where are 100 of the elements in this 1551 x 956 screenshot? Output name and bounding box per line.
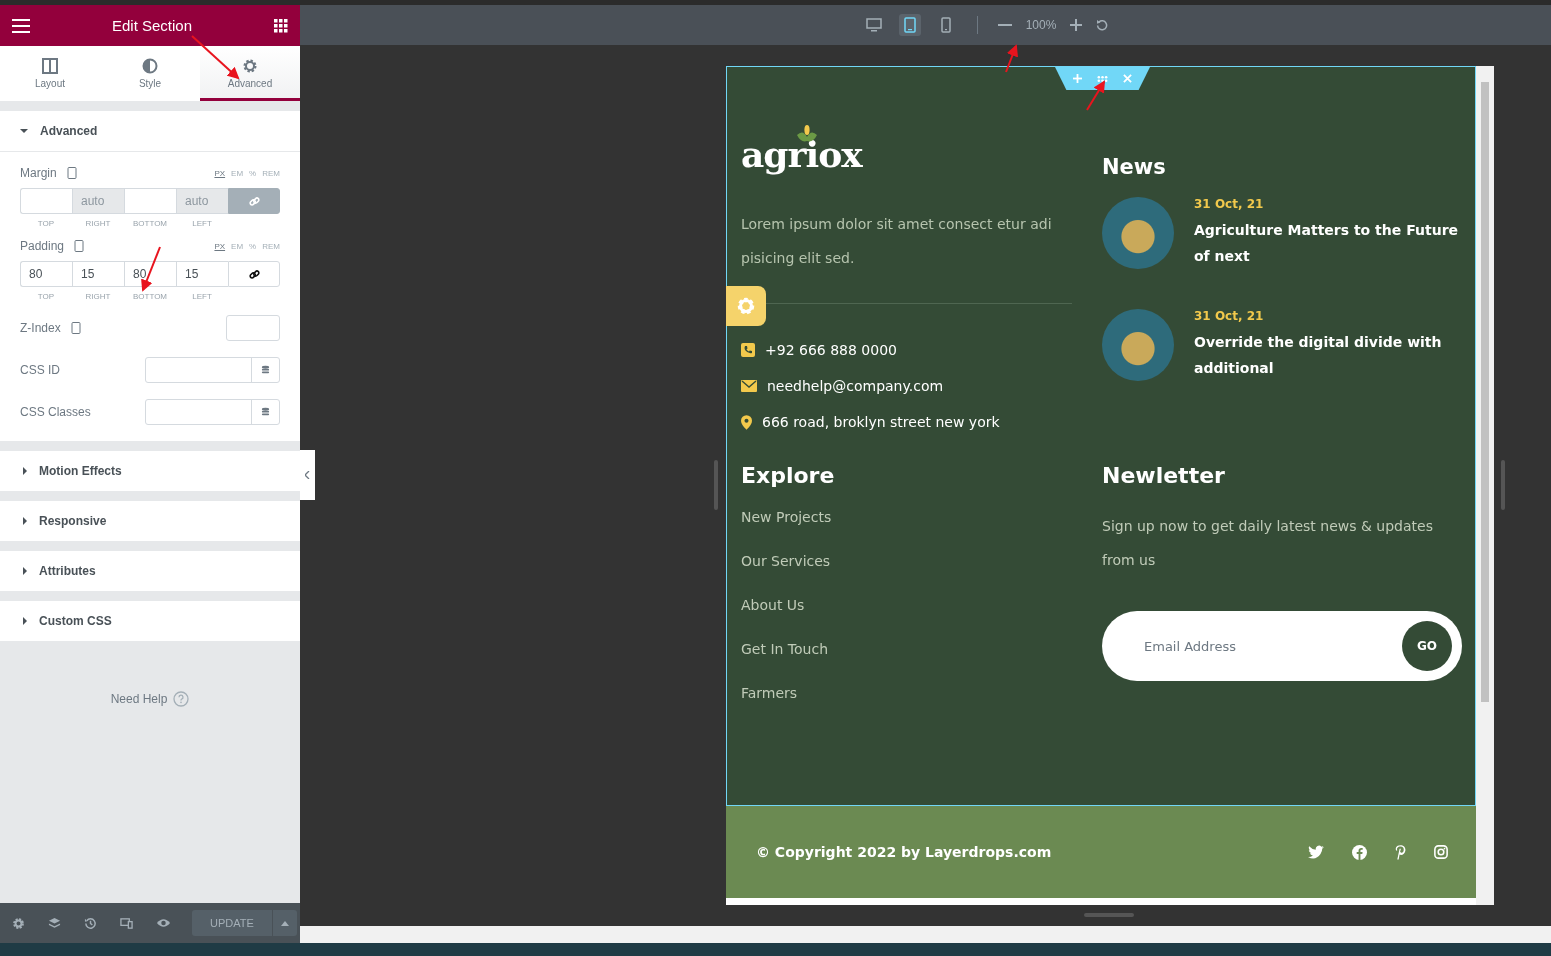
responsive-icon[interactable] [120,916,133,930]
agriox-logo[interactable]: agriox [741,127,862,175]
settings-icon[interactable] [12,916,25,930]
phone-icon [940,17,951,33]
tablet-icon[interactable] [74,240,85,252]
text-field[interactable] [145,399,280,425]
chevron-left-icon [305,471,310,479]
dimension-label: TOP [37,292,55,301]
section-header[interactable]: Motion Effects [0,451,300,491]
contact-text: needhelp@company.com [767,378,944,394]
caret-icon [23,467,27,475]
footer-link[interactable]: Get In Touch [741,641,1072,685]
caret-icon [23,517,27,525]
update-button[interactable]: UPDATE [192,910,272,936]
facebook-icon[interactable] [1352,844,1367,860]
database-icon[interactable] [261,365,270,375]
scrollbar[interactable] [1476,66,1494,905]
tablet-icon[interactable] [70,322,81,334]
news-heading: News [1102,155,1167,179]
envelope-icon [741,380,757,392]
go-button[interactable]: GO [1402,621,1452,671]
phone-icon [741,343,755,357]
monitor-icon [865,18,882,32]
apps-grid-icon[interactable] [274,18,288,33]
newsletter-text: Sign up now to get daily latest news & updates from us [1102,517,1434,570]
explore-heading: Explore [741,463,836,488]
gear-icon [242,57,258,74]
footer-link[interactable]: Farmers [741,685,1072,729]
reset-icon[interactable] [1096,19,1109,31]
news-date: 31 Oct, 21 [1194,309,1265,323]
dimension-label: LEFT [192,219,212,228]
dimension-input[interactable] [20,188,72,214]
dimension-input[interactable]: 80 [20,261,72,287]
dimension-input[interactable]: 15 [72,261,124,287]
section-header[interactable]: Custom CSS [0,601,300,641]
annotation-arrow [1005,44,1018,73]
caret-icon [23,617,27,625]
panel-title: Edit Section [111,17,192,34]
tablet-view-button[interactable] [898,14,921,36]
footer-link[interactable]: New Projects [741,509,1072,553]
dimension-label: BOTTOM [132,292,168,301]
news-date: 31 Oct, 21 [1194,197,1265,211]
control-label: Z-Index [20,321,61,335]
database-icon[interactable] [261,407,270,417]
pinterest-icon[interactable] [1395,844,1406,860]
section-header[interactable]: Responsive [0,501,300,541]
section-title: Attributes [39,564,96,578]
control-label: CSS Classes [20,405,91,419]
email-field[interactable]: Email Address GO [1102,611,1462,681]
layers-icon[interactable] [48,916,61,930]
dimension-label: TOP [37,219,55,228]
zoom-level: 100% [1025,18,1057,32]
link-values-button[interactable] [228,261,280,287]
dimension-label: RIGHT [85,292,111,301]
copyright-text: © Copyright 2022 by Layerdrops.com [756,844,1052,860]
contact-text: 666 road, broklyn street new york [762,414,1000,430]
tablet-icon[interactable] [66,167,77,179]
unit-option[interactable]: PX [214,168,226,178]
eye-icon[interactable] [156,917,171,929]
caret-icon [23,567,27,575]
caret-up-icon [281,920,289,926]
scrollbar[interactable] [300,926,1551,943]
history-icon[interactable] [84,916,97,930]
news-title-link[interactable]: Agriculture Matters to the Future of next [1194,217,1462,269]
dimension-input[interactable]: 80 [124,261,176,287]
dimension-input[interactable]: 15 [176,261,228,287]
gear-icon [736,296,756,316]
link-icon [248,195,260,207]
edit-settings-button[interactable] [726,286,766,326]
need-help-link[interactable]: Need Help [110,691,168,707]
instagram-icon[interactable] [1434,845,1448,859]
newsletter-heading: Newletter [1102,463,1226,488]
text-field[interactable] [145,357,280,383]
twitter-icon[interactable] [1308,845,1324,859]
columns-icon [42,57,58,74]
caret-icon [20,129,28,133]
footer-link[interactable]: About Us [741,597,1072,641]
footer-link[interactable]: Our Services [741,553,1072,597]
section-title: Motion Effects [39,464,122,478]
control-label: Padding [20,239,65,253]
control-label: Margin [20,166,57,180]
dimension-input[interactable] [124,188,176,214]
menu-icon[interactable] [12,18,30,33]
section-title: Responsive [39,514,107,528]
drag-handle-icon[interactable] [1097,74,1108,83]
section-title: Custom CSS [39,614,112,628]
dimension-label: LEFT [192,292,212,301]
control-label: CSS ID [20,363,60,377]
contact-text: +92 666 888 0000 [765,342,897,358]
zoom-in-icon[interactable] [1070,19,1083,31]
z-index-input[interactable] [226,315,280,341]
link-icon [248,268,260,280]
news-title-link[interactable]: Override the digital divide with additional [1194,329,1462,381]
section-header[interactable]: Attributes [0,551,300,591]
update-options-button[interactable] [272,910,297,936]
map-pin-icon [741,414,752,430]
unit-option[interactable]: PX [214,241,226,251]
annotation-arrow [191,35,240,80]
tablet-icon [903,17,916,33]
contrast-icon [142,57,158,74]
